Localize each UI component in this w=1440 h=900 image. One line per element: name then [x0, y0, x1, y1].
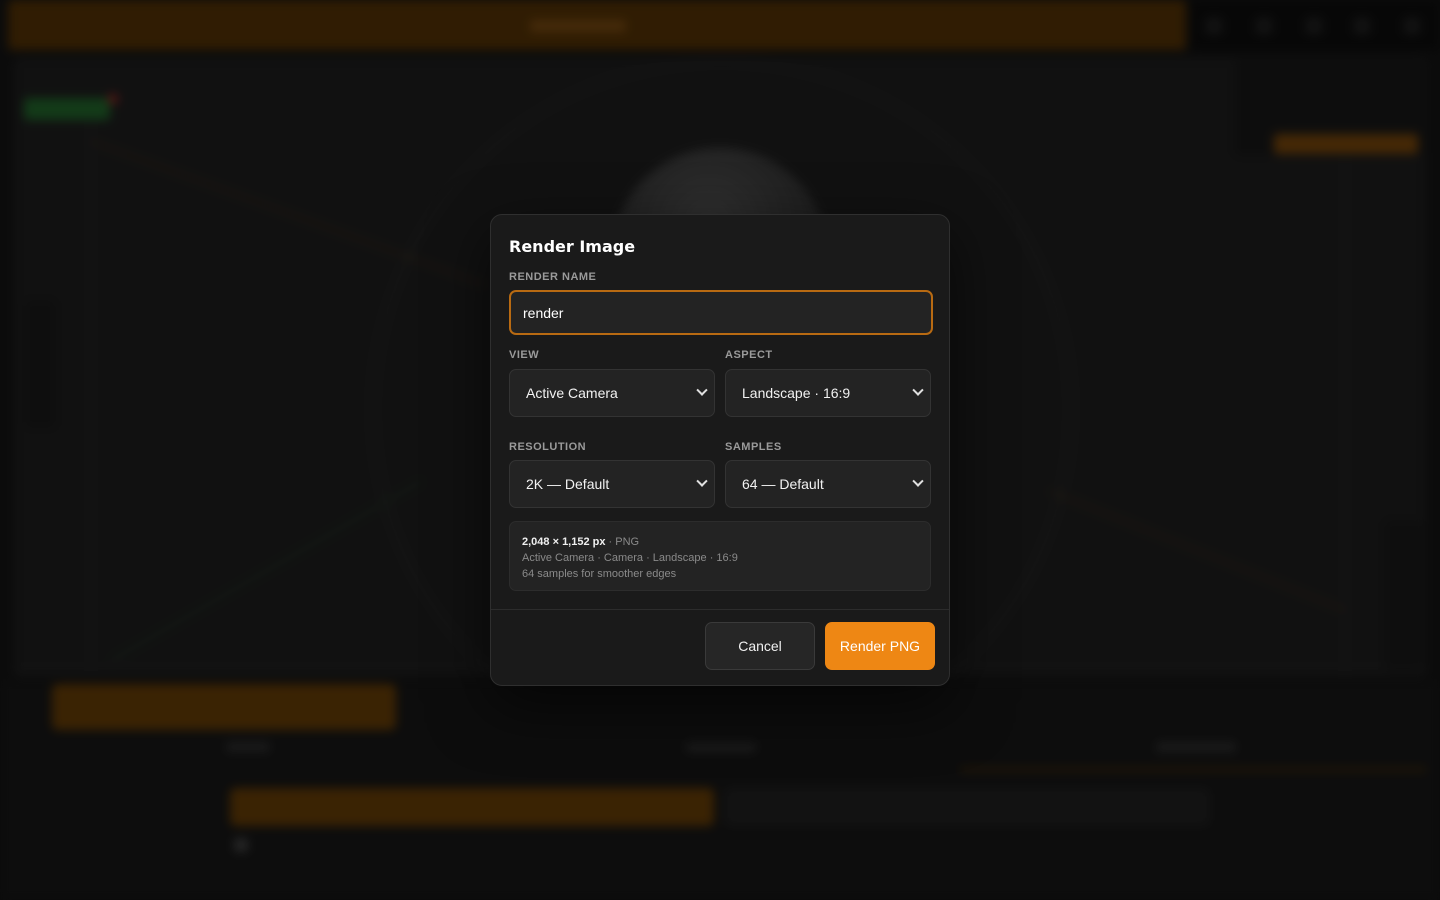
render-name-input[interactable]	[509, 290, 933, 335]
summary-dimensions: 2,048 × 1,152 px	[522, 536, 606, 548]
aspect-select-value: Landscape · 16:9	[742, 385, 851, 401]
render-png-button[interactable]: Render PNG	[825, 622, 935, 670]
chevron-down-icon	[696, 475, 708, 487]
summary-line-2: Active Camera · Camera · Landscape · 16:…	[522, 552, 738, 564]
summary-format: · PNG	[605, 536, 640, 548]
summary-line-3: 64 samples for smoother edges	[522, 568, 677, 580]
cancel-button[interactable]: Cancel	[705, 622, 815, 670]
samples-label: SAMPLES	[725, 441, 782, 453]
resolution-label: RESOLUTION	[509, 441, 587, 453]
samples-select-value: 64 — Default	[742, 476, 824, 492]
render-image-dialog: Render Image RENDER NAME VIEW Active Cam…	[490, 214, 950, 686]
render-name-label: RENDER NAME	[509, 271, 597, 283]
samples-select[interactable]: 64 — Default	[725, 460, 931, 508]
chevron-down-icon	[912, 475, 924, 487]
aspect-label: ASPECT	[725, 349, 773, 361]
view-select[interactable]: Active Camera	[509, 369, 715, 417]
footer-divider	[491, 609, 949, 610]
aspect-select[interactable]: Landscape · 16:9	[725, 369, 931, 417]
chevron-down-icon	[696, 384, 708, 396]
resolution-select-value: 2K — Default	[526, 476, 610, 492]
chevron-down-icon	[912, 384, 924, 396]
summary-line-1: 2,048 × 1,152 px · PNG	[522, 534, 918, 550]
render-summary: 2,048 × 1,152 px · PNG Active Camera · C…	[509, 521, 931, 591]
resolution-select[interactable]: 2K — Default	[509, 460, 715, 508]
view-select-value: Active Camera	[526, 385, 618, 401]
view-label: VIEW	[509, 349, 540, 361]
dialog-title: Render Image	[509, 237, 636, 256]
